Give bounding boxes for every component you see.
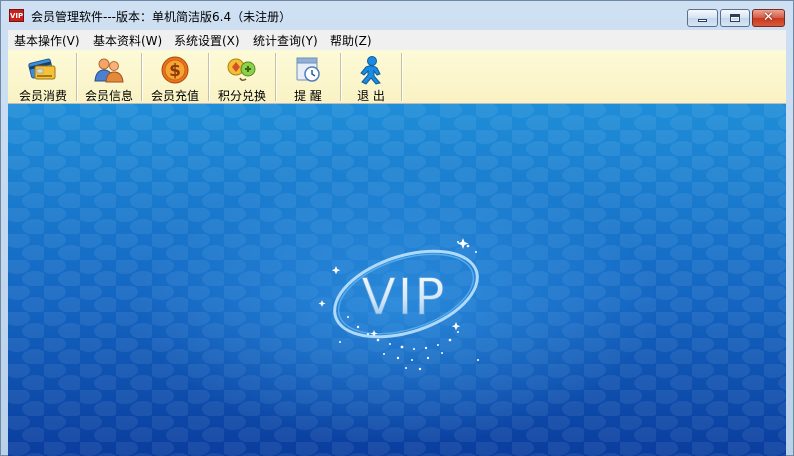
toolbar-separator <box>340 53 341 101</box>
member-recharge-label: 会员充值 <box>150 89 199 103</box>
toolbar-separator <box>401 53 402 101</box>
reminder-button[interactable]: 提 醒 <box>277 52 339 103</box>
minimize-button[interactable] <box>687 9 718 27</box>
vip-logo: VIP <box>318 238 479 371</box>
main-content-area: VIP <box>8 104 786 456</box>
exit-label: 退 出 <box>357 89 385 103</box>
dollar-coin-icon: $ <box>161 56 189 84</box>
vip-logo-text: VIP <box>361 268 446 326</box>
points-exchange-button[interactable]: 积分兑换 <box>210 52 274 103</box>
exit-button[interactable]: 退 出 <box>342 52 400 103</box>
close-button[interactable]: ✕ <box>752 9 785 27</box>
credit-card-icon <box>28 58 56 80</box>
main-window: VIP 会员管理软件---版本：单机简洁版6.4（未注册） ✕ 基本操作(V) … <box>0 0 794 456</box>
menu-bar: 基本操作(V) 基本资料(W) 系统设置(X) 统计查询(Y) 帮助(Z) <box>8 30 786 50</box>
window-title: 会员管理软件---版本：单机简洁版6.4（未注册） <box>31 10 292 24</box>
reminder-label: 提 醒 <box>294 89 322 103</box>
maximize-icon <box>730 14 740 22</box>
menu-help[interactable]: 帮助(Z) <box>330 32 372 49</box>
users-icon <box>94 58 124 83</box>
minimize-icon <box>698 19 707 22</box>
svg-text:$: $ <box>169 61 181 81</box>
title-bar[interactable]: VIP 会员管理软件---版本：单机简洁版6.4（未注册） ✕ <box>0 0 794 30</box>
toolbar-separator <box>76 53 77 101</box>
member-consume-label: 会员消费 <box>18 89 67 103</box>
maximize-button[interactable] <box>720 9 750 27</box>
menu-statistics-query[interactable]: 统计查询(Y) <box>253 32 318 49</box>
toolbar-separator <box>141 53 142 101</box>
member-info-label: 会员信息 <box>84 89 133 103</box>
app-vip-icon[interactable]: VIP <box>9 9 24 22</box>
points-exchange-label: 积分兑换 <box>217 89 266 103</box>
member-info-button[interactable]: 会员信息 <box>78 52 140 103</box>
toolbar: 会员消费 会员信息 $ 会员充值 积分兑换 提 醒 退 出 <box>8 50 786 104</box>
close-icon: ✕ <box>763 10 774 25</box>
exit-person-icon <box>360 56 381 85</box>
toolbar-separator <box>275 53 276 101</box>
menu-system-settings[interactable]: 系统设置(X) <box>174 32 240 49</box>
menu-basic-data[interactable]: 基本资料(W) <box>93 32 162 49</box>
menu-basic-operations[interactable]: 基本操作(V) <box>14 32 80 49</box>
reminder-icon <box>296 57 320 82</box>
toolbar-separator <box>208 53 209 101</box>
member-consume-button[interactable]: 会员消费 <box>11 52 75 103</box>
member-recharge-button[interactable]: $ 会员充值 <box>143 52 207 103</box>
exchange-icon <box>227 58 256 82</box>
